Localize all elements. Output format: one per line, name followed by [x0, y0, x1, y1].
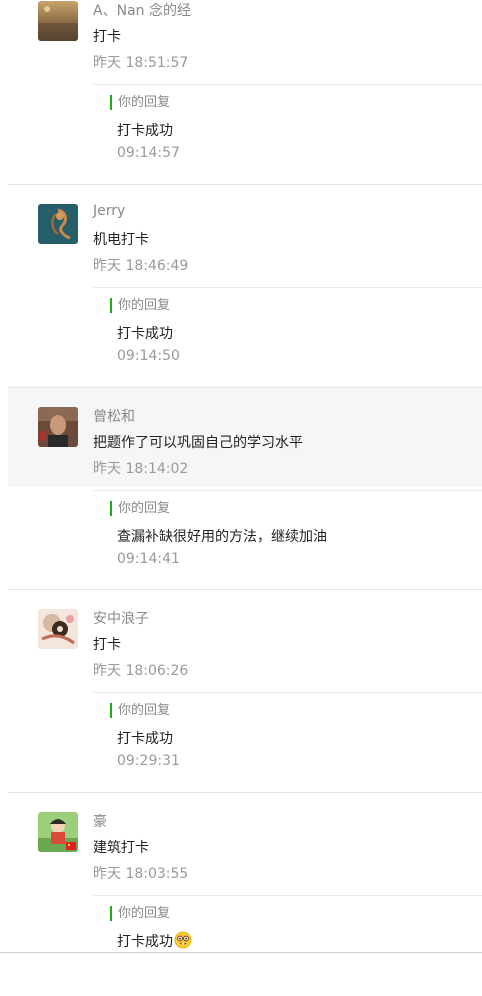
comment-content: 打卡	[93, 29, 121, 45]
author-reply: 你的回复 打卡成功	[93, 895, 482, 992]
comment-time: 昨天 18:03:55	[93, 866, 189, 883]
reply-label: 你的回复	[110, 703, 170, 719]
comment-header[interactable]: 安中浪子 打卡 昨天 18:06:26	[8, 590, 482, 689]
comment-item: A、Nan 念的经 打卡 昨天 18:51:57 你的回复 打卡成功 09:14…	[0, 0, 482, 185]
comment-time: 昨天 18:14:02	[93, 460, 189, 477]
reply-text-value: 打卡成功	[117, 934, 173, 951]
avatar[interactable]	[38, 406, 78, 447]
author-reply: 你的回复 打卡成功 09:14:57	[93, 84, 482, 181]
comment-content: 机电打卡	[93, 231, 149, 248]
reply-label: 你的回复	[110, 906, 170, 922]
reply-label: 你的回复	[110, 297, 170, 313]
avatar[interactable]	[38, 609, 78, 650]
commenter-nickname: 豪	[93, 814, 107, 831]
reply-label: 你的回复	[110, 500, 170, 516]
reply-text: 打卡成功	[117, 731, 173, 748]
comment-item: 曾松和 把题作了可以巩固自己的学习水平 昨天 18:14:02 你的回复 查漏补…	[0, 387, 482, 591]
commenter-nickname: A、Nan 念的经	[93, 3, 191, 19]
reply-time: 09:29:31	[117, 753, 180, 770]
comment-content: 建筑打卡	[93, 840, 149, 857]
commenter-nickname: 安中浪子	[93, 611, 149, 628]
comment-time: 昨天 18:51:57	[93, 55, 189, 71]
comment-content: 打卡	[93, 637, 121, 654]
comment-content: 把题作了可以巩固自己的学习水平	[93, 434, 303, 451]
reply-time: 09:14:57	[117, 145, 180, 161]
reply-time: 09:14:50	[117, 347, 180, 364]
commenter-nickname: 曾松和	[93, 408, 135, 425]
comment-time: 昨天 18:06:26	[93, 663, 189, 680]
avatar[interactable]	[38, 812, 78, 853]
reply-text: 打卡成功	[117, 123, 173, 139]
reply-label: 你的回复	[110, 95, 170, 110]
comment-item: Jerry 机电打卡 昨天 18:46:49 你的回复 打卡成功 09:14:5…	[0, 185, 482, 388]
comment-list: A、Nan 念的经 打卡 昨天 18:51:57 你的回复 打卡成功 09:14…	[0, 0, 482, 996]
comment-header[interactable]: 曾松和 把题作了可以巩固自己的学习水平 昨天 18:14:02	[8, 387, 482, 487]
reply-text: 打卡成功	[117, 931, 192, 953]
reply-text: 打卡成功	[117, 325, 173, 342]
author-reply: 你的回复 查漏补缺很好用的方法，继续加油 09:14:41	[93, 489, 482, 587]
comment-item: 安中浪子 打卡 昨天 18:06:26 你的回复 打卡成功 09:29:31	[0, 590, 482, 794]
comment-time: 昨天 18:46:49	[93, 257, 189, 274]
comment-header[interactable]: 豪 建筑打卡 昨天 18:03:55	[8, 793, 482, 892]
reply-text: 查漏补缺很好用的方法，继续加油	[117, 528, 327, 545]
comment-item: 豪 建筑打卡 昨天 18:03:55 你的回复 打卡成功	[0, 793, 482, 996]
comment-header[interactable]: Jerry 机电打卡 昨天 18:46:49	[8, 185, 482, 284]
author-reply: 你的回复 打卡成功 09:29:31	[93, 692, 482, 789]
reply-time: 09:14:41	[117, 550, 180, 567]
nerd-face-emoji-icon	[174, 931, 192, 953]
avatar[interactable]	[38, 1, 78, 41]
avatar[interactable]	[38, 203, 78, 244]
comment-header[interactable]: A、Nan 念的经 打卡 昨天 18:51:57	[8, 0, 482, 81]
author-reply: 你的回复 打卡成功 09:14:50	[93, 286, 482, 384]
commenter-nickname: Jerry	[93, 202, 126, 219]
